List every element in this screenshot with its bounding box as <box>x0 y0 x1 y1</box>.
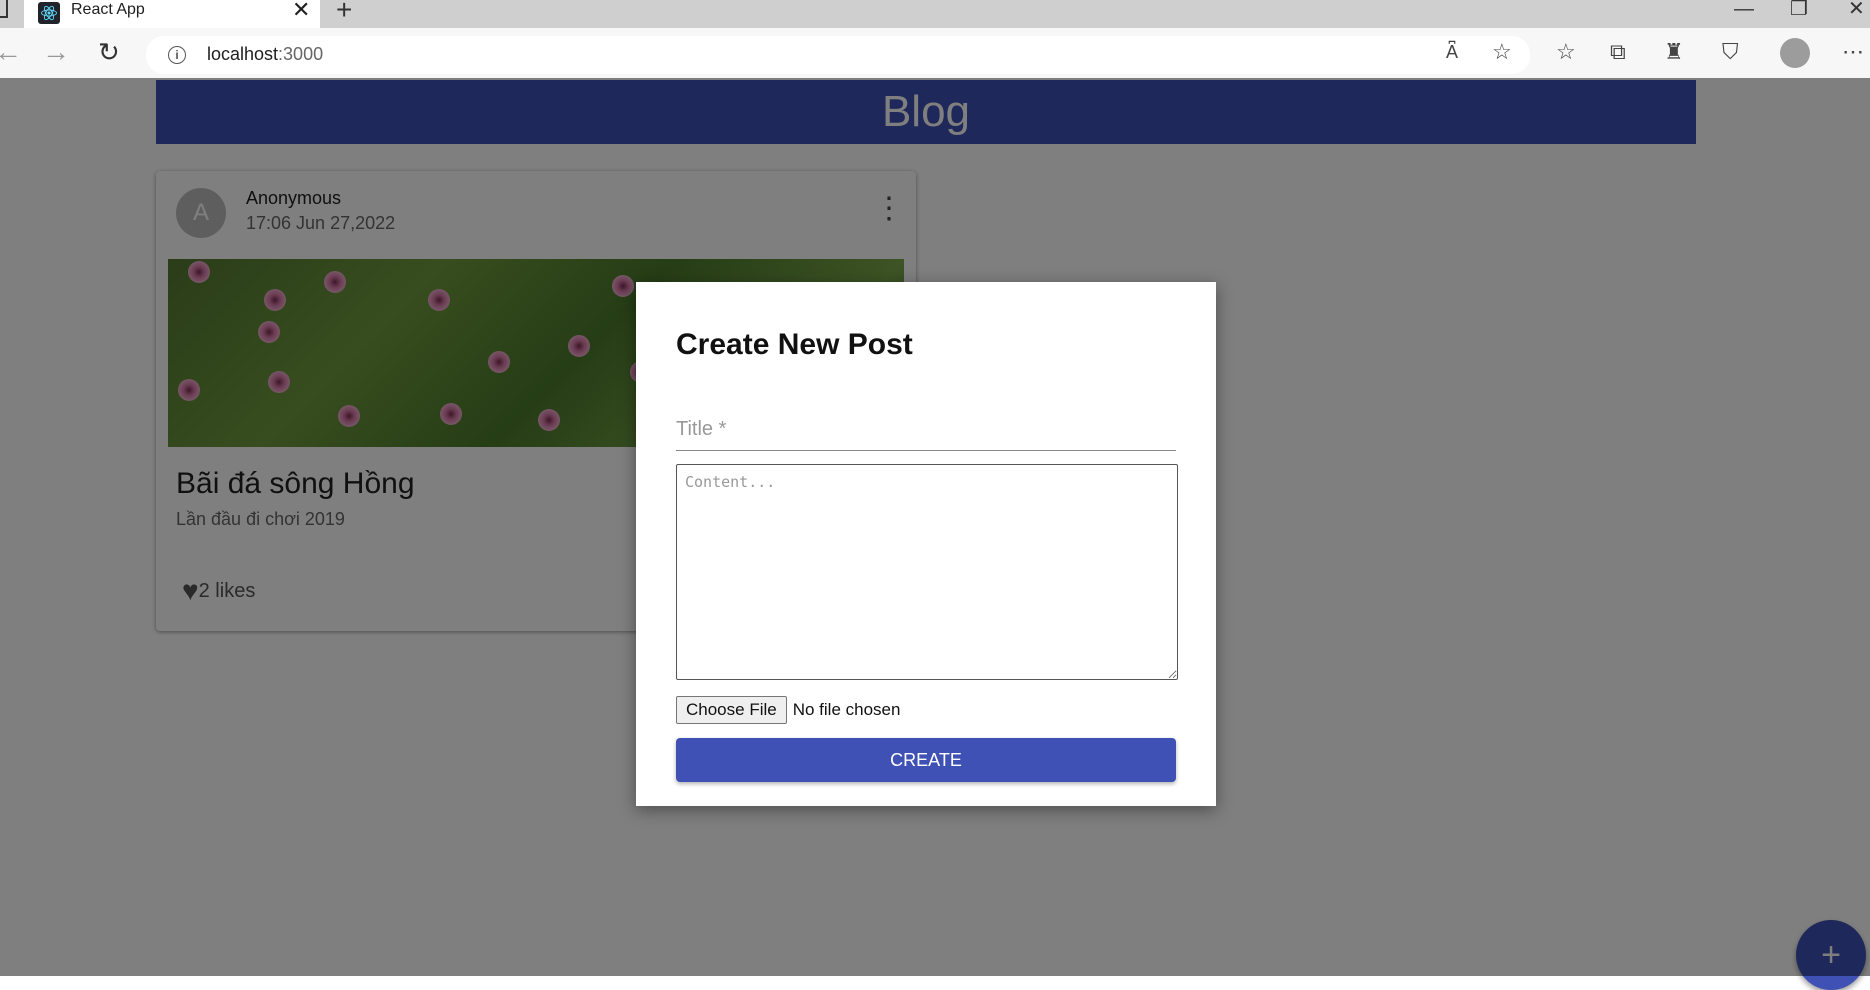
more-icon[interactable]: ⋯ <box>1842 40 1864 64</box>
collections-icon[interactable]: ⧉ <box>1610 40 1626 64</box>
browser-tab[interactable]: React App ✕ <box>24 0 320 28</box>
close-window-icon[interactable]: ✕ <box>1848 0 1865 20</box>
previous-tab-edge[interactable] <box>0 0 8 18</box>
add-favorite-icon[interactable]: ☆ <box>1492 40 1512 64</box>
favorites-icon[interactable]: ☆ <box>1556 40 1576 64</box>
new-tab-icon[interactable]: + <box>336 0 352 24</box>
file-status: No file chosen <box>792 700 901 719</box>
url-host: localhost <box>207 44 279 64</box>
title-input[interactable] <box>676 408 1176 451</box>
url-field[interactable]: i localhost:3000 <box>146 36 1530 74</box>
browser-tab-bar: React App ✕ + — ❐ ✕ <box>0 0 1870 28</box>
back-icon[interactable]: ← <box>0 37 22 67</box>
extensions-icon[interactable]: ♜ <box>1664 40 1684 64</box>
content-textarea[interactable] <box>676 464 1178 680</box>
restore-icon[interactable]: ❐ <box>1790 0 1808 20</box>
choose-file-button[interactable]: Choose File <box>676 696 787 724</box>
profile-icon[interactable] <box>1780 38 1810 68</box>
address-bar: ← → ↻ i localhost:3000 A͆ ☆ ☆ ⧉ ♜ ⛉ ⋯ <box>0 28 1870 78</box>
tab-close-icon[interactable]: ✕ <box>292 0 310 21</box>
create-button[interactable]: CREATE <box>676 738 1176 782</box>
url-text: localhost:3000 <box>207 44 323 65</box>
forward-icon[interactable]: → <box>42 37 70 67</box>
site-info-icon[interactable]: i <box>168 46 186 64</box>
read-aloud-icon[interactable]: A͆ <box>1446 40 1458 64</box>
file-input: Choose File No file chosen <box>676 696 900 724</box>
tab-title: React App <box>71 1 145 18</box>
browser-essentials-icon[interactable]: ⛉ <box>1722 40 1739 64</box>
react-logo-icon <box>38 2 60 24</box>
minimize-icon[interactable]: — <box>1734 0 1754 20</box>
modal-title: Create New Post <box>676 328 913 361</box>
page: Blog A Anonymous 17:06 Jun 27,2022 ⋮ Bãi… <box>0 78 1870 990</box>
create-post-modal: Create New Post Choose File No file chos… <box>636 282 1216 806</box>
url-port: :3000 <box>278 44 324 64</box>
refresh-icon[interactable]: ↻ <box>98 37 120 67</box>
